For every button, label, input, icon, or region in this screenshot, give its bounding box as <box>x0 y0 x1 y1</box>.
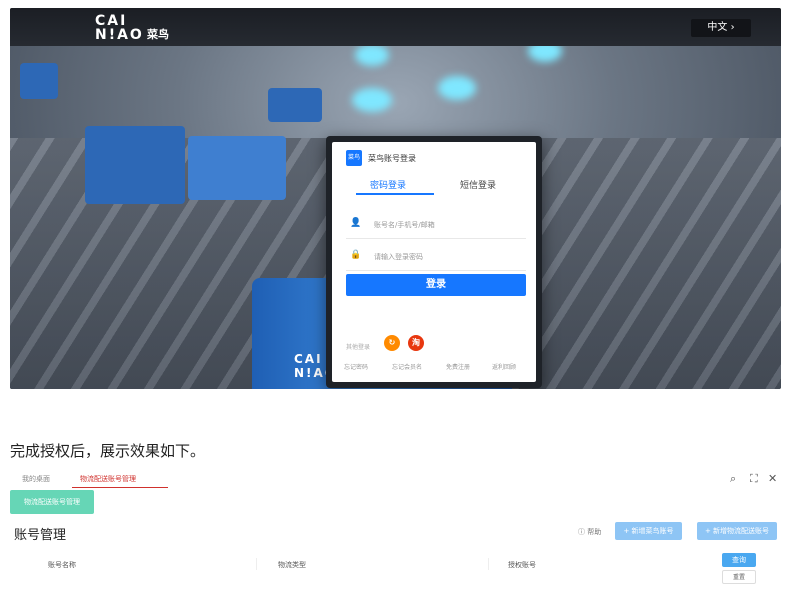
active-tab-indicator <box>356 193 434 195</box>
login-tabs: 密码登录 短信登录 <box>344 178 524 198</box>
user-icon: 👤 <box>350 218 362 228</box>
light-glow <box>352 88 392 112</box>
parcel-crate <box>268 88 322 122</box>
column-divider <box>488 558 489 570</box>
login-title: 菜鸟账号登录 <box>368 154 416 163</box>
column-header-logistics-type: 物流类型 <box>278 561 306 569</box>
help-link[interactable]: ⓘ 帮助 <box>578 527 601 537</box>
return-link[interactable]: 返利回顾 <box>492 362 516 371</box>
add-logistics-account-button[interactable]: + 新增物流配送账号 <box>697 522 777 540</box>
help-icon: ⓘ <box>578 528 588 536</box>
page-title: 账号管理 <box>14 528 67 543</box>
lock-icon: 🔒 <box>350 250 362 260</box>
other-login-label: 其他登录 <box>346 344 371 351</box>
add-cainiao-account-button[interactable]: + 新增菜鸟账号 <box>615 522 682 540</box>
caption-text: 完成授权后，展示效果如下。 <box>10 442 206 460</box>
taobao-login-icon[interactable]: 淘 <box>408 335 424 351</box>
search-button[interactable]: 查询 <box>722 553 756 567</box>
close-icon[interactable]: ✕ <box>768 472 777 485</box>
login-card-inner: 菜鸟 菜鸟账号登录 密码登录 短信登录 👤 账号名/手机号/邮箱 🔒 请输入登录… <box>332 142 536 382</box>
language-switch[interactable]: 中文 › <box>691 19 751 37</box>
tab-logistics-accounts[interactable]: 物流配送账号管理 <box>80 474 136 484</box>
forgot-username-link[interactable]: 忘记会员名 <box>392 362 422 371</box>
search-icon[interactable]: ⌕ <box>730 472 736 486</box>
account-field[interactable]: 👤 账号名/手机号/邮箱 <box>346 210 526 239</box>
expand-icon[interactable]: ⛶ <box>750 472 758 486</box>
login-button[interactable]: 登录 <box>346 274 526 296</box>
parcel-crate <box>20 63 58 99</box>
top-bar: CAI N!AO 菜鸟 中文 › <box>10 8 781 46</box>
alipay-login-icon[interactable]: ↻ <box>384 335 400 351</box>
help-label: 帮助 <box>587 528 602 536</box>
tab-my-desktop[interactable]: 我的桌面 <box>22 474 50 484</box>
column-divider <box>256 558 257 570</box>
cainiao-logo: CAI N!AO 菜鸟 <box>95 13 169 43</box>
reset-button[interactable]: 重置 <box>722 570 756 584</box>
login-card: 菜鸟 菜鸟账号登录 密码登录 短信登录 👤 账号名/手机号/邮箱 🔒 请输入登录… <box>326 136 542 388</box>
cainiao-app-icon: 菜鸟 <box>346 150 362 166</box>
tab-password-login[interactable]: 密码登录 <box>370 178 406 191</box>
register-link[interactable]: 免费注册 <box>446 362 470 371</box>
password-placeholder: 请输入登录密码 <box>374 253 423 261</box>
light-glow <box>438 76 476 100</box>
active-tab-underline <box>72 487 168 488</box>
password-field[interactable]: 🔒 请输入登录密码 <box>346 242 526 271</box>
forgot-password-link[interactable]: 忘记密码 <box>344 362 368 371</box>
page-tab-strip: 我的桌面 物流配送账号管理 ⌕ ⛶ ✕ <box>10 470 780 490</box>
column-header-account-name: 账号名称 <box>48 561 76 569</box>
account-placeholder: 账号名/手机号/邮箱 <box>374 221 435 229</box>
light-glow <box>355 44 389 66</box>
tab-sms-login[interactable]: 短信登录 <box>460 178 496 191</box>
login-page-screenshot: CAI N!AO CAI N!AO 菜鸟 中文 › 菜鸟 菜鸟账号登录 密码登录… <box>10 8 781 389</box>
parcel-crate <box>188 136 286 200</box>
column-header-authorized-account: 授权账号 <box>508 561 536 569</box>
logistics-accounts-button[interactable]: 物流配送账号管理 <box>10 490 94 514</box>
parcel-crate <box>85 126 185 204</box>
